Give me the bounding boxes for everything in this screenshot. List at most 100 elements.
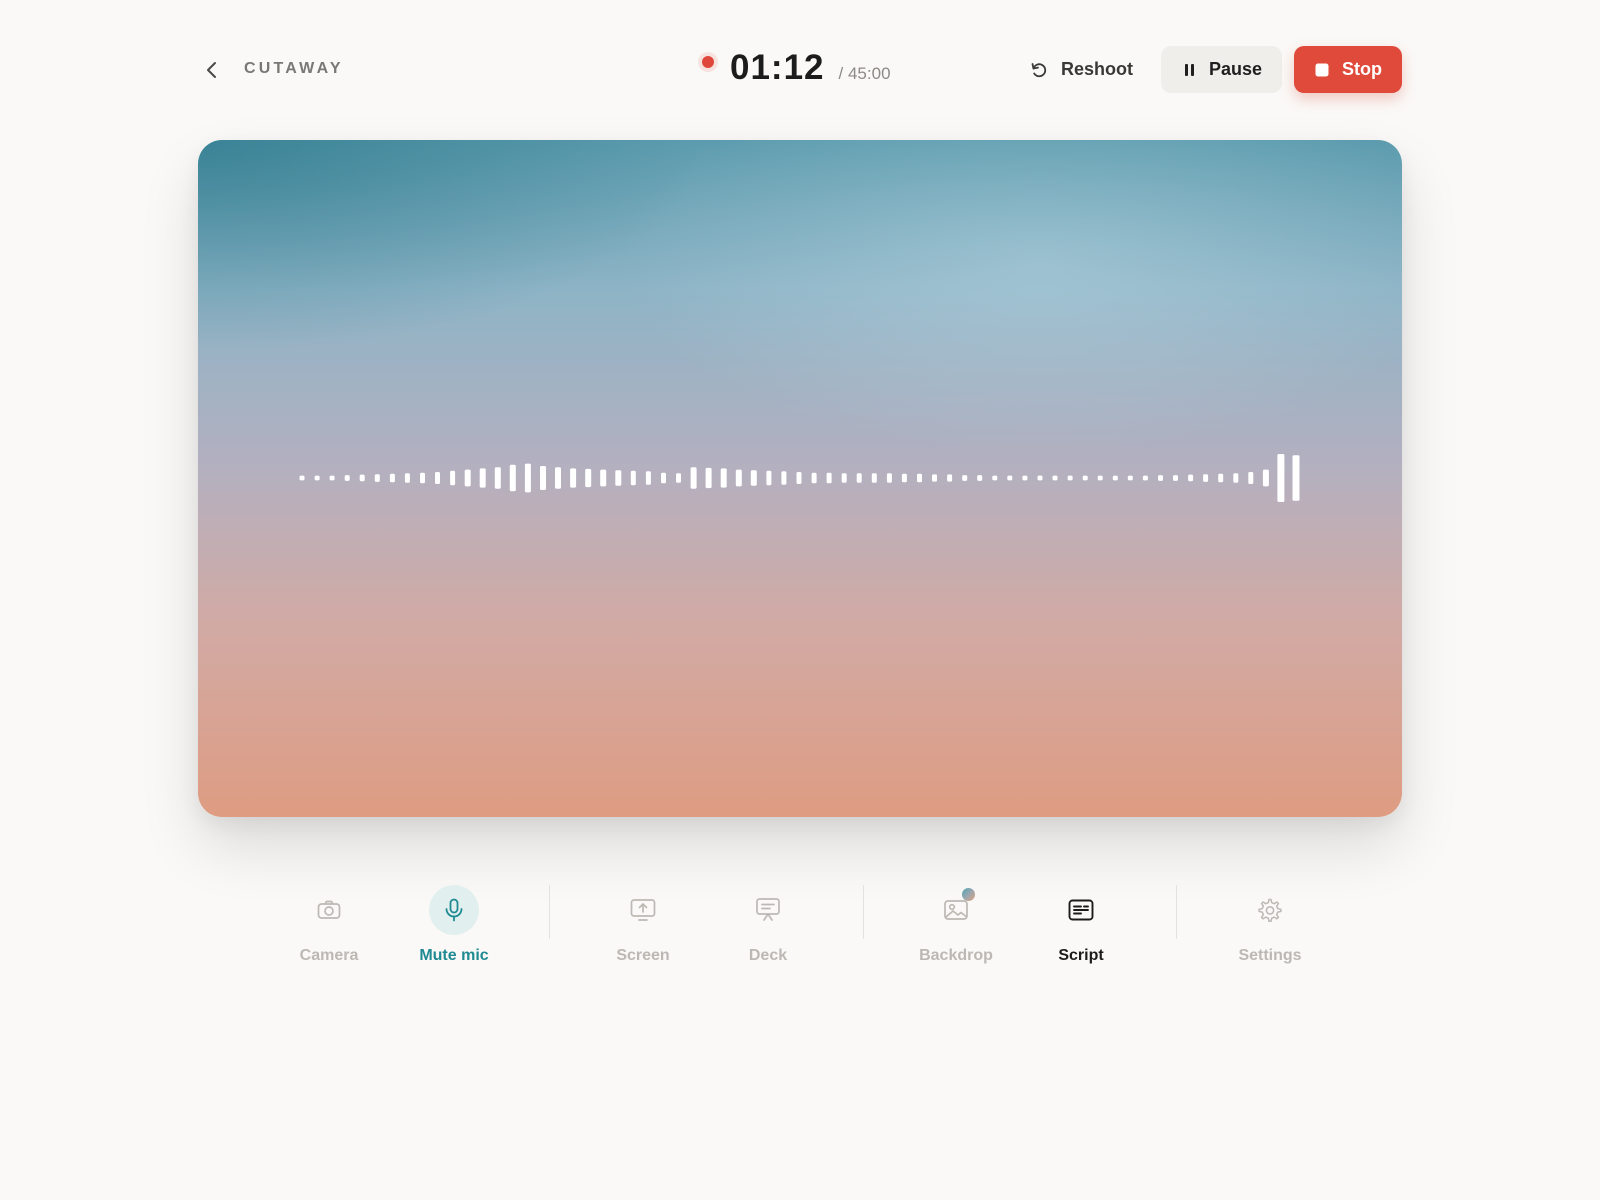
waveform-bar [1082,475,1088,481]
waveform-bar [435,472,440,484]
waveform-bar [676,473,681,483]
reshoot-label: Reshoot [1060,59,1133,79]
recording-screen: CUTAWAY 01:12 / 45:00 Reshoot Pause Stop… [0,0,1600,1200]
waveform-bar [1142,475,1148,481]
pause-button[interactable]: Pause [1160,46,1282,93]
chevron-left-icon [207,62,216,78]
backdrop-label: Backdrop [919,947,993,964]
mute-mic-label: Mute mic [419,947,489,964]
waveform-bar [690,467,697,489]
waveform-bar [1112,475,1118,481]
backdrop-active-dot [962,888,975,901]
waveform-bar [1037,475,1043,481]
waveform-bar [479,468,486,488]
waveform-bar [344,475,350,481]
waveform-bar [1262,469,1269,487]
waveform-bar [630,470,636,486]
toolbar-divider [1176,885,1177,939]
waveform-bar [314,475,320,481]
waveform-bar [796,472,802,484]
waveform-bar [450,470,456,486]
deck-toggle[interactable]: Deck [713,880,823,980]
presentation-icon [743,885,793,935]
elapsed-time: 01:12 [730,48,825,87]
waveform-bar [1022,475,1028,481]
camera-toggle[interactable]: Camera [274,880,384,980]
waveform-bar [962,475,968,481]
waveform-bar [1203,474,1209,482]
settings-button[interactable]: Settings [1215,880,1325,980]
waveform-bar [1067,475,1073,481]
reshoot-button[interactable]: Reshoot [1015,46,1149,93]
waveform-bar [1248,472,1254,484]
script-label: Script [1058,947,1104,964]
waveform-bar [404,473,410,483]
waveform-bar [720,468,727,488]
waveform-bar [735,469,742,487]
waveform-bar [1188,474,1194,482]
recording-timer: 01:12 / 45:00 [702,48,891,88]
toolbar-divider [549,885,550,939]
waveform-bar [750,470,757,486]
waveform-bar [856,473,862,483]
waveform-bar [977,475,983,481]
camera-icon [304,885,354,935]
waveform-bar [389,473,395,483]
backdrop-toggle[interactable]: Backdrop [901,880,1011,980]
waveform-bar [1218,473,1224,483]
waveform-bar [1173,475,1178,481]
stop-icon [1314,62,1330,78]
total-time-limit: / 45:00 [838,64,891,83]
waveform-bar [1007,475,1013,481]
waveform-bar [494,467,501,489]
waveform-bar [1277,454,1285,502]
waveform-bar [464,469,471,487]
settings-label: Settings [1238,947,1302,964]
waveform-bar [901,473,907,483]
screen-share-toggle[interactable]: Screen [588,880,698,980]
microphone-icon [429,885,479,935]
screen-label: Screen [616,947,670,964]
waveform-bar [826,472,832,484]
waveform-bar [420,472,425,484]
waveform-bar [359,474,365,482]
waveform-bar [992,475,998,481]
waveform-bar [886,473,892,483]
waveform-bar [766,470,772,486]
script-icon [1056,885,1106,935]
stop-button[interactable]: Stop [1294,46,1402,93]
waveform-bar [524,463,531,493]
waveform-bar [871,473,877,483]
waveform-bar [661,472,666,484]
stop-label: Stop [1342,59,1382,79]
waveform-bar [781,471,787,485]
app-brand: CUTAWAY [244,60,344,77]
toolbar-divider [863,885,864,939]
waveform-bar [841,473,847,483]
camera-label: Camera [299,947,359,964]
recording-indicator-icon [702,56,714,68]
script-toggle[interactable]: Script [1026,880,1136,980]
waveform-bar [645,471,651,485]
recording-actions: Reshoot Pause Stop [1015,46,1402,93]
waveform-bar [540,466,546,490]
waveform-bar [555,467,561,489]
waveform-bar [1233,473,1239,483]
waveform-bar [1292,455,1300,501]
waveform-bar [1052,475,1058,481]
waveform-bar [585,468,592,488]
waveform-bar [600,469,607,487]
waveform-bar [509,464,516,492]
audio-waveform [299,454,1300,502]
waveform-bar [947,474,953,482]
waveform-bar [932,474,937,482]
pause-label: Pause [1208,59,1262,79]
deck-label: Deck [748,947,788,964]
image-icon [931,885,981,935]
waveform-bar [299,475,305,481]
waveform-bar [1158,475,1163,481]
back-button[interactable] [198,56,226,84]
mute-mic-button[interactable]: Mute mic [399,880,509,980]
waveform-bar [329,475,335,481]
gear-icon [1245,885,1295,935]
